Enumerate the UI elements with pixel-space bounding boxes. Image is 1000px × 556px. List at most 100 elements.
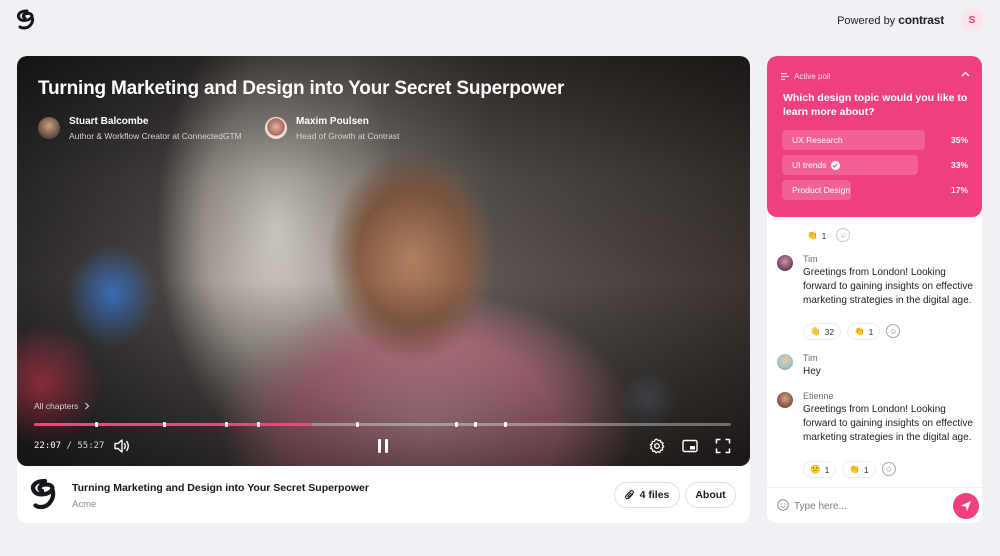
brand-name: contrast (898, 13, 944, 27)
reaction-chip[interactable]: 👋 32 (803, 323, 842, 340)
settings-button[interactable] (648, 437, 666, 455)
pause-icon (378, 439, 388, 453)
chapter-marker[interactable] (504, 422, 507, 427)
add-reaction-icon[interactable]: ☺ (836, 228, 851, 242)
chapters-label: All chapters (34, 401, 79, 411)
collapse-poll-button[interactable] (961, 69, 970, 80)
clap-emoji-icon: 👏 (807, 230, 818, 240)
poll-option[interactable]: UI trends 33% (782, 155, 968, 175)
emoji-icon[interactable] (777, 499, 789, 511)
pip-icon (682, 439, 698, 453)
event-title: Turning Marketing and Design into Your S… (72, 482, 369, 494)
speaker-1: Stuart Balcombe Author & Workflow Creato… (38, 116, 242, 141)
gear-icon (649, 438, 665, 454)
chat-message: Tim Hey (777, 353, 977, 383)
chapter-marker[interactable] (225, 422, 228, 427)
top-bar: Powered by contrast S (0, 0, 1000, 40)
message-avatar (777, 354, 793, 370)
pause-button[interactable] (374, 437, 392, 455)
speaker-role: Author & Workflow Creator at ConnectedGT… (69, 131, 242, 141)
paperclip-icon (624, 489, 634, 499)
clap-emoji-icon: 👏 (854, 326, 865, 336)
add-reaction-icon[interactable]: ☺ (881, 462, 896, 476)
user-avatar[interactable]: S (961, 9, 983, 31)
reaction-count: 1 (824, 464, 830, 475)
reaction-count: 32 (824, 326, 835, 337)
message-text: Greetings from London! Looking forward t… (803, 267, 973, 306)
chat-input[interactable] (794, 497, 944, 515)
poll-option[interactable]: Product Design 17% (782, 180, 968, 200)
poll-option[interactable]: UX Research 35% (782, 130, 968, 150)
video-card: Turning Marketing and Design into Your S… (17, 56, 750, 523)
speaker-avatar (38, 117, 60, 139)
chapter-marker[interactable] (356, 422, 359, 427)
reaction-chip[interactable]: 👏 1 (842, 461, 876, 478)
fullscreen-button[interactable] (714, 437, 732, 455)
reaction-count: 1 (863, 464, 869, 475)
partial-reactions: 👏 1 ☺ (803, 227, 851, 244)
time-display: 22:07 / 55:27 (34, 441, 104, 451)
speaker-name: Maxim Poulsen (296, 116, 369, 127)
wave-emoji-icon: 👋 (810, 326, 821, 336)
speaker-role: Head of Growth at Contrast (296, 131, 400, 141)
volume-icon (114, 439, 129, 453)
chapter-marker[interactable] (455, 422, 458, 427)
time-separator: / (66, 441, 72, 451)
picture-in-picture-button[interactable] (681, 437, 699, 455)
message-author: Etienne (803, 391, 834, 401)
progress-bar[interactable] (34, 422, 731, 427)
speaker-name: Stuart Balcombe (69, 116, 149, 127)
reaction-chip[interactable]: 😕 1 (803, 461, 837, 478)
check-icon (830, 160, 840, 170)
poll-list-icon (781, 73, 789, 80)
poll-option-percent: 17% (950, 185, 968, 195)
all-chapters-link[interactable]: All chapters (34, 401, 90, 411)
poll-option-percent: 35% (950, 135, 968, 145)
message-avatar (777, 392, 793, 408)
chat-message: Tim Greetings from London! Looking forwa… (777, 254, 977, 342)
progress-fill (34, 423, 313, 426)
volume-button[interactable] (113, 437, 131, 455)
files-button[interactable]: 4 files (614, 482, 680, 508)
message-reactions: 👋 32 👏 1 ☺ (803, 323, 901, 340)
chapter-marker[interactable] (474, 422, 477, 427)
reaction-chip[interactable]: 👏 1 (847, 323, 881, 340)
files-label: 4 files (639, 489, 670, 501)
about-button[interactable]: About (685, 482, 736, 508)
speaker-2: Maxim Poulsen Head of Growth at Contrast (265, 116, 399, 141)
poll-header: Active poll (781, 72, 830, 81)
event-organizer: Acme (72, 499, 97, 510)
side-panel: 👏 1 ☺ Tim Greetings from London! Looking… (767, 56, 982, 523)
video-player[interactable]: Turning Marketing and Design into Your S… (17, 56, 750, 466)
message-text: Greetings from London! Looking forward t… (803, 404, 973, 443)
chevron-up-icon (961, 71, 970, 77)
about-label: About (695, 489, 726, 501)
confused-emoji-icon: 😕 (810, 464, 821, 474)
poll-question: Which design topic would you like to lea… (783, 92, 968, 118)
organizer-logo (30, 478, 56, 510)
send-button[interactable] (953, 493, 979, 519)
powered-by: Powered by contrast (837, 13, 944, 27)
poll-option-label: UI trends (792, 160, 827, 170)
poll-option-percent: 33% (950, 160, 968, 170)
send-icon (961, 501, 971, 511)
reaction-count: 1 (821, 230, 827, 241)
chapter-marker[interactable] (95, 422, 98, 427)
message-author: Tim (803, 353, 818, 363)
app-logo[interactable] (15, 9, 39, 31)
reaction-chip[interactable]: 👏 1 (803, 227, 831, 244)
poll-option-label: UX Research (792, 135, 843, 145)
poll-option-label: Product Design (792, 185, 851, 195)
speaker-avatar (265, 117, 287, 139)
video-title: Turning Marketing and Design into Your S… (38, 78, 565, 99)
total-time: 55:27 (77, 441, 105, 451)
chevron-right-icon (85, 402, 90, 410)
message-avatar (777, 255, 793, 271)
chapter-marker[interactable] (257, 422, 260, 427)
chapter-marker[interactable] (163, 422, 166, 427)
message-reactions: 😕 1 👏 1 ☺ (803, 461, 896, 478)
add-reaction-icon[interactable]: ☺ (886, 324, 901, 338)
clap-emoji-icon: 👏 (849, 464, 860, 474)
message-text: Hey (803, 366, 821, 377)
chat-message: Etienne Greetings from London! Looking f… (777, 391, 977, 481)
